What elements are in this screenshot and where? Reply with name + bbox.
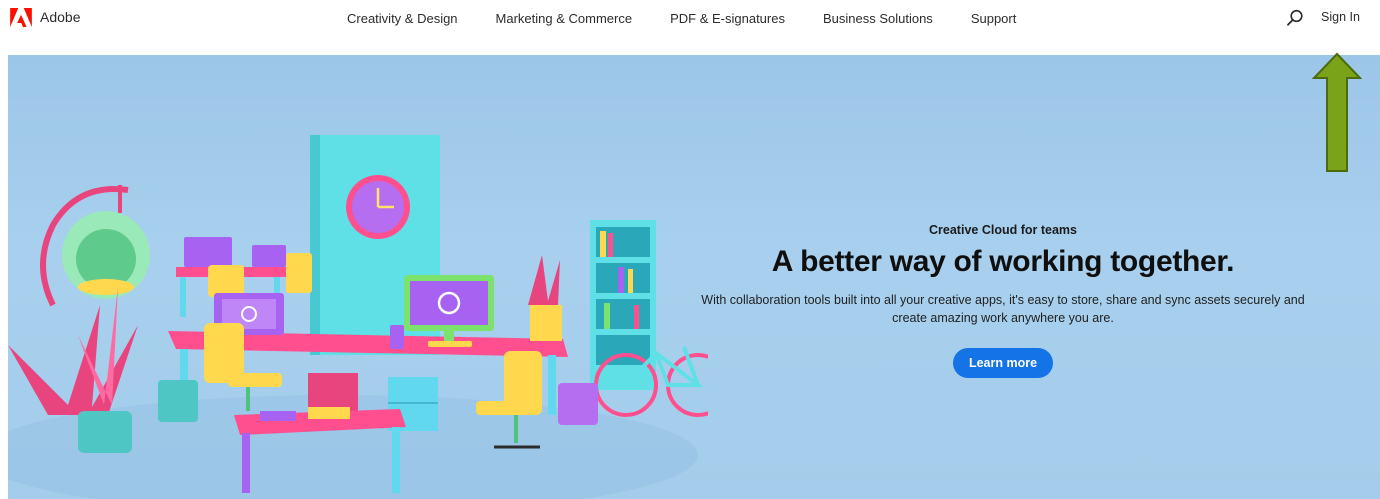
nav-creativity-design[interactable]: Creativity & Design bbox=[347, 11, 458, 26]
search-icon bbox=[1287, 9, 1303, 26]
hero-copy: Creative Cloud for teams A better way of… bbox=[688, 223, 1318, 378]
brand-name: Adobe bbox=[40, 9, 81, 25]
learn-more-button[interactable]: Learn more bbox=[952, 348, 1054, 378]
sign-in-link[interactable]: Sign In bbox=[1321, 10, 1360, 24]
up-arrow-icon bbox=[1312, 52, 1362, 172]
adobe-logo-icon bbox=[10, 7, 32, 27]
nav-business-solutions[interactable]: Business Solutions bbox=[823, 11, 933, 26]
nav-pdf-esignatures[interactable]: PDF & E-signatures bbox=[670, 11, 785, 26]
nav-marketing-commerce[interactable]: Marketing & Commerce bbox=[496, 11, 633, 26]
search-button[interactable] bbox=[1284, 7, 1306, 29]
main-menu: Creativity & Design Marketing & Commerce… bbox=[347, 0, 1054, 36]
office-scene-illustration bbox=[8, 135, 708, 499]
hero-body-text: With collaboration tools built into all … bbox=[701, 293, 1305, 325]
hero-headline: A better way of working together. bbox=[771, 245, 1235, 278]
global-nav: Adobe Creativity & Design Marketing & Co… bbox=[0, 0, 1380, 36]
adobe-logo-link[interactable]: Adobe bbox=[10, 6, 80, 28]
hero-banner: Creative Cloud for teams A better way of… bbox=[8, 55, 1380, 499]
nav-support[interactable]: Support bbox=[971, 11, 1017, 26]
hero-eyebrow: Creative Cloud for teams bbox=[929, 223, 1077, 237]
